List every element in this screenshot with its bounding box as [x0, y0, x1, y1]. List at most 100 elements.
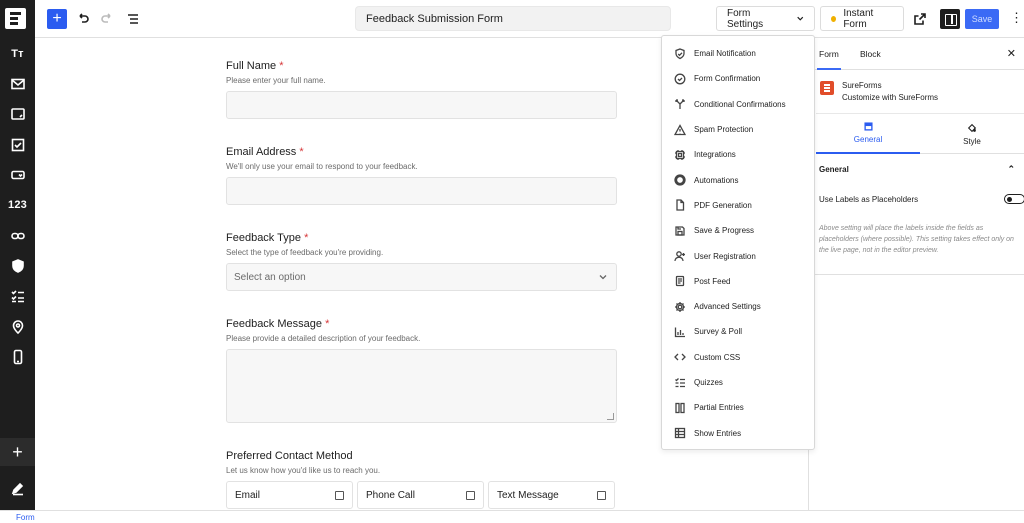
- branch-icon: [675, 99, 685, 110]
- undo-icon: [79, 13, 89, 23]
- block-inserter-button[interactable]: +: [47, 9, 67, 29]
- tab-style[interactable]: Style: [920, 114, 1024, 154]
- field-label: Email Address *: [226, 146, 304, 158]
- more-options-icon[interactable]: ⋮: [1010, 10, 1023, 26]
- link-icon: [10, 232, 25, 240]
- url-tool-button[interactable]: [0, 224, 35, 248]
- settings-panel-toggle[interactable]: [940, 9, 960, 29]
- setting-help-note: Above setting will place the labels insi…: [819, 225, 1014, 254]
- tab-block[interactable]: Block: [860, 49, 881, 59]
- pencil-icon: [11, 482, 23, 496]
- multichoice-tool-button[interactable]: [0, 284, 35, 308]
- phone-icon: [13, 349, 22, 365]
- document-icon: [675, 276, 685, 287]
- select-placeholder: Select an option: [234, 272, 306, 283]
- feedback-type-select[interactable]: Select an option: [226, 263, 617, 291]
- list-check-icon: [10, 290, 24, 303]
- checkbox-tool-button[interactable]: [0, 133, 35, 157]
- save-icon: [675, 226, 685, 236]
- edit-button[interactable]: [0, 476, 35, 500]
- menu-item-spam-protection[interactable]: Spam Protection: [662, 117, 814, 142]
- feedback-message-textarea[interactable]: [226, 349, 617, 423]
- chevron-down-icon: [796, 16, 803, 21]
- location-pin-icon: [12, 320, 23, 335]
- field-help-text: Select the type of feedback you're provi…: [226, 248, 384, 257]
- undo-button[interactable]: [74, 10, 92, 28]
- tab-form[interactable]: Form: [817, 49, 841, 70]
- list-view-icon: [128, 14, 138, 24]
- form-settings-button[interactable]: Form Settings: [716, 6, 815, 31]
- menu-item-pdf-generation[interactable]: PDF Generation: [662, 193, 814, 218]
- field-full-name[interactable]: Full Name * Please enter your full name.: [226, 60, 617, 119]
- editor-toolbar: + Feedback Submission Form Form Settings…: [35, 0, 1024, 38]
- document-overview-button[interactable]: [124, 10, 142, 28]
- save-button[interactable]: Save: [965, 9, 999, 29]
- toggle-label: Use Labels as Placeholders: [819, 195, 919, 204]
- menu-item-form-confirmation[interactable]: Form Confirmation: [662, 66, 814, 91]
- bar-chart-icon: [674, 327, 685, 338]
- menu-item-email-notification[interactable]: Email Notification: [662, 41, 814, 66]
- close-icon[interactable]: ✕: [1007, 47, 1016, 60]
- email-input[interactable]: [226, 177, 617, 205]
- checkbox-icon[interactable]: [597, 490, 606, 500]
- field-label: Full Name *: [226, 60, 284, 72]
- labels-as-placeholders-toggle[interactable]: [1004, 194, 1024, 204]
- form-title-field[interactable]: Feedback Submission Form: [355, 6, 671, 31]
- dropdown-tool-button[interactable]: [0, 163, 35, 187]
- menu-item-advanced-settings[interactable]: Advanced Settings: [662, 294, 814, 319]
- tab-style-label: Style: [963, 136, 981, 146]
- chevron-down-icon: [599, 275, 607, 280]
- quiz-icon: [675, 377, 685, 387]
- brand-subtitle: Customize with SureForms: [842, 93, 939, 102]
- preview-external-button[interactable]: [911, 10, 929, 28]
- option-phone-call[interactable]: Phone Call: [357, 481, 484, 509]
- labels-as-placeholders-row: Use Labels as Placeholders: [819, 194, 1024, 204]
- breadcrumb-form[interactable]: Form: [16, 513, 35, 522]
- shield-icon: [675, 47, 685, 59]
- menu-item-show-entries[interactable]: Show Entries: [662, 420, 814, 445]
- menu-item-custom-css[interactable]: Custom CSS: [662, 345, 814, 370]
- menu-item-user-registration[interactable]: User Registration: [662, 243, 814, 268]
- divider: [809, 274, 1024, 275]
- textarea-tool-button[interactable]: [0, 102, 35, 126]
- menu-item-save-progress[interactable]: Save & Progress: [662, 218, 814, 243]
- phone-tool-button[interactable]: [0, 345, 35, 369]
- menu-item-quizzes[interactable]: Quizzes: [662, 370, 814, 395]
- field-feedback-message[interactable]: Feedback Message * Please provide a deta…: [226, 318, 617, 423]
- tab-general-label: General: [853, 135, 883, 144]
- field-email-address[interactable]: Email Address * We'll only use your emai…: [226, 146, 617, 205]
- checkbox-icon[interactable]: [335, 490, 344, 500]
- text-tool-button[interactable]: Tт: [0, 42, 35, 66]
- address-tool-button[interactable]: [0, 315, 35, 339]
- menu-item-post-feed[interactable]: Post Feed: [662, 269, 814, 294]
- tab-general[interactable]: General: [816, 114, 920, 154]
- number-tool-button[interactable]: 123: [0, 193, 35, 217]
- field-feedback-type[interactable]: Feedback Type * Select the type of feedb…: [226, 232, 617, 291]
- gdpr-tool-button[interactable]: [0, 254, 35, 278]
- email-tool-button[interactable]: [0, 72, 35, 96]
- text-tool-icon: Tт: [11, 48, 24, 60]
- general-section-header[interactable]: General ⌃: [809, 160, 1024, 180]
- gear-icon: [675, 301, 685, 312]
- menu-item-conditional-confirmations[interactable]: Conditional Confirmations: [662, 92, 814, 117]
- full-name-input[interactable]: [226, 91, 617, 119]
- add-field-button[interactable]: +: [0, 438, 35, 466]
- menu-item-partial-entries[interactable]: Partial Entries: [662, 395, 814, 420]
- checkbox-icon[interactable]: [466, 490, 475, 500]
- menu-item-survey-poll[interactable]: Survey & Poll: [662, 319, 814, 344]
- menu-item-integrations[interactable]: Integrations: [662, 142, 814, 167]
- instant-form-button[interactable]: Instant Form: [820, 6, 904, 31]
- form-settings-menu: Email Notification Form Confirmation Con…: [661, 35, 815, 450]
- panel-tabs: Form Block ✕: [809, 38, 1024, 70]
- sureforms-logo-icon[interactable]: [5, 8, 26, 29]
- redo-button[interactable]: [98, 10, 116, 28]
- option-text-message[interactable]: Text Message: [488, 481, 615, 509]
- number-icon: 123: [8, 199, 27, 211]
- chevron-up-icon: ⌃: [1007, 164, 1015, 174]
- brand-title: SureForms: [842, 81, 882, 90]
- option-email[interactable]: Email: [226, 481, 353, 509]
- field-preferred-contact[interactable]: Preferred Contact Method Let us know how…: [226, 450, 617, 509]
- menu-item-automations[interactable]: Automations: [662, 167, 814, 192]
- field-help-text: Please enter your full name.: [226, 76, 326, 85]
- breadcrumb-bar: Form: [0, 510, 1024, 523]
